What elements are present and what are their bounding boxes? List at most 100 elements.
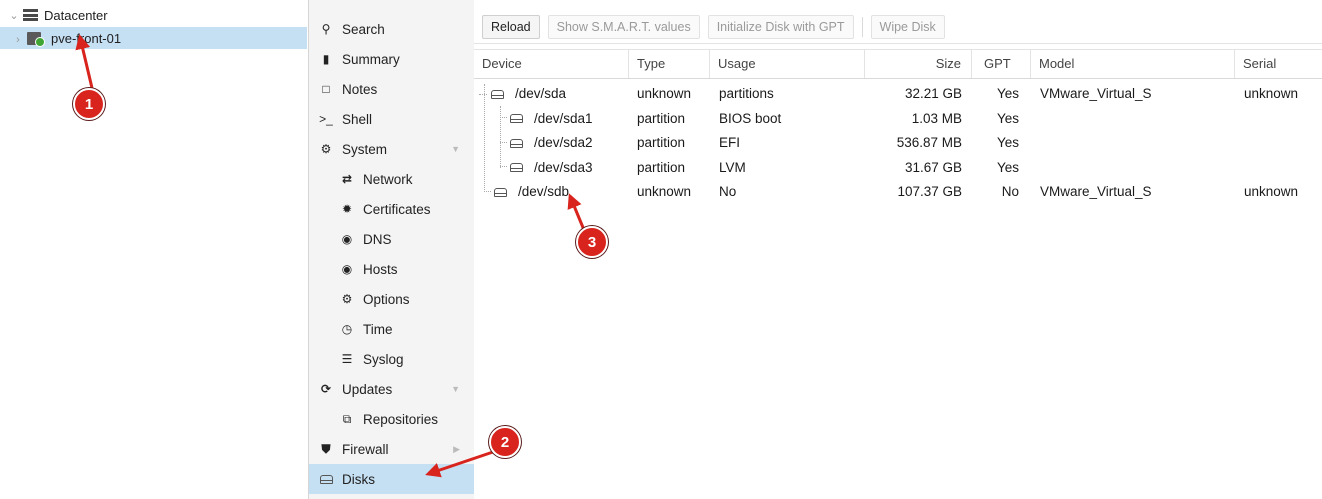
nav-item-options[interactable]: ⚙ Options bbox=[309, 284, 474, 314]
usage-cell: EFI bbox=[719, 135, 741, 150]
column-header-type[interactable]: Type bbox=[629, 50, 710, 78]
note-icon: □ bbox=[322, 82, 330, 96]
nav-label: Search bbox=[342, 21, 385, 37]
nav-item-updates[interactable]: ⟳ Updates ▼ bbox=[309, 374, 474, 404]
device-cell: /dev/sdb bbox=[494, 180, 569, 204]
shield-icon: ⛊ bbox=[321, 441, 331, 456]
device-name: /dev/sda bbox=[515, 86, 567, 101]
files-icon: ⧉ bbox=[342, 411, 352, 426]
resource-tree: ⌄ Datacenter › pve-front-01 bbox=[0, 0, 307, 499]
caret-right-icon[interactable]: ▶ bbox=[453, 444, 460, 455]
hdd-icon bbox=[494, 187, 507, 197]
device-name: /dev/sda1 bbox=[534, 110, 593, 126]
nav-item-search[interactable]: ⚲ Search bbox=[309, 14, 474, 44]
column-header-model[interactable]: Model bbox=[1031, 50, 1235, 78]
device-cell: /dev/sda3 bbox=[510, 156, 593, 180]
initialize-disk-gpt-button[interactable]: Initialize Disk with GPT bbox=[707, 14, 854, 39]
nav-item-notes[interactable]: □ Notes bbox=[309, 74, 474, 104]
nav-item-firewall[interactable]: ⛊ Firewall ▶ bbox=[309, 434, 474, 464]
gpt-cell: No bbox=[1001, 184, 1019, 199]
column-header-device[interactable]: Device bbox=[474, 50, 629, 78]
nav-label: Disks bbox=[342, 471, 375, 487]
serial-cell: unknown bbox=[1243, 184, 1298, 199]
nav-item-time[interactable]: ◷ Time bbox=[309, 314, 474, 344]
nav-label: Notes bbox=[342, 81, 378, 97]
usage-cell: partitions bbox=[719, 86, 774, 101]
table-row[interactable]: /dev/sdb unknown No 107.37 GB No VMware_… bbox=[474, 180, 1322, 205]
list-icon: ☰ bbox=[341, 352, 353, 366]
nav-item-syslog[interactable]: ☰ Syslog bbox=[309, 344, 474, 374]
hdd-icon bbox=[510, 114, 523, 124]
table-row[interactable]: /dev/sda1 partition BIOS boot 1.03 MB Ye… bbox=[474, 107, 1322, 132]
nav-label: Certificates bbox=[363, 201, 431, 217]
column-header-serial[interactable]: Serial bbox=[1235, 50, 1322, 78]
tree-item-node[interactable]: › pve-front-01 bbox=[0, 27, 307, 49]
nav-label: Network bbox=[363, 171, 413, 187]
device-cell: /dev/sda1 bbox=[510, 107, 593, 131]
node-online-icon bbox=[27, 31, 45, 47]
gear-icon: ⚙ bbox=[341, 292, 353, 306]
type-cell: unknown bbox=[637, 184, 692, 199]
table-row[interactable]: /dev/sda3 partition LVM 31.67 GB Yes bbox=[474, 156, 1322, 181]
nav-label: Shell bbox=[342, 111, 373, 127]
disks-toolbar: Reload Show S.M.A.R.T. values Initialize… bbox=[474, 10, 1322, 44]
exchange-icon: ⇄ bbox=[341, 172, 353, 186]
column-header-size[interactable]: Size bbox=[865, 50, 972, 78]
nav-item-hosts[interactable]: ◉ Hosts bbox=[309, 254, 474, 284]
show-smart-values-button[interactable]: Show S.M.A.R.T. values bbox=[547, 14, 700, 39]
device-name: /dev/sda2 bbox=[534, 135, 593, 150]
nav-label: Firewall bbox=[342, 441, 389, 457]
nav-label: Time bbox=[363, 321, 393, 337]
certificate-icon: ✹ bbox=[341, 202, 353, 216]
usage-cell: LVM bbox=[719, 159, 746, 175]
size-cell: 31.67 GB bbox=[904, 159, 962, 175]
chevron-right-icon[interactable]: › bbox=[0, 31, 24, 46]
gears-icon: ⚙ bbox=[320, 142, 332, 156]
device-name: /dev/sdb bbox=[518, 184, 570, 199]
type-cell: partition bbox=[637, 159, 686, 175]
caret-down-icon[interactable]: ▼ bbox=[451, 144, 460, 154]
nav-item-summary[interactable]: ▮ Summary bbox=[309, 44, 474, 74]
table-row[interactable]: /dev/sda2 partition EFI 536.87 MB Yes bbox=[474, 131, 1322, 156]
reload-button[interactable]: Reload bbox=[482, 14, 540, 39]
hdd-icon bbox=[510, 163, 523, 173]
nav-label: DNS bbox=[363, 231, 392, 247]
gpt-cell: Yes bbox=[996, 159, 1019, 175]
wipe-disk-button[interactable]: Wipe Disk bbox=[870, 14, 945, 39]
nav-label: Updates bbox=[342, 381, 393, 397]
caret-down-icon[interactable]: ▼ bbox=[451, 384, 460, 394]
nav-label: Syslog bbox=[363, 351, 404, 367]
nav-item-network[interactable]: ⇄ Network bbox=[309, 164, 474, 194]
nav-item-shell[interactable]: >_ Shell bbox=[309, 104, 474, 134]
annotation-badge-1: 1 bbox=[73, 88, 105, 120]
datacenter-icon bbox=[23, 9, 38, 21]
table-row[interactable]: /dev/sda unknown partitions 32.21 GB Yes… bbox=[474, 82, 1322, 107]
type-cell: partition bbox=[637, 110, 686, 126]
column-header-gpt[interactable]: GPT bbox=[972, 50, 1031, 78]
chevron-down-icon[interactable]: ⌄ bbox=[8, 9, 20, 22]
annotation-badge-2: 2 bbox=[489, 426, 521, 458]
nav-label: Hosts bbox=[363, 261, 398, 277]
datacenter-label: Datacenter bbox=[44, 7, 108, 23]
nav-item-system[interactable]: ⚙ System ▼ bbox=[309, 134, 474, 164]
size-cell: 107.37 GB bbox=[897, 184, 962, 199]
nav-item-repositories[interactable]: ⧉ Repositories bbox=[309, 404, 474, 434]
gpt-cell: Yes bbox=[996, 110, 1019, 126]
type-cell: unknown bbox=[637, 86, 692, 101]
column-header-usage[interactable]: Usage bbox=[710, 50, 865, 78]
nav-label: Options bbox=[363, 291, 410, 307]
nav-item-certificates[interactable]: ✹ Certificates bbox=[309, 194, 474, 224]
search-icon: ⚲ bbox=[321, 22, 331, 36]
size-cell: 1.03 MB bbox=[911, 110, 962, 126]
type-cell: partition bbox=[637, 135, 686, 150]
disk-grid-header: Device Type Usage Size GPT Model Serial bbox=[474, 49, 1322, 79]
device-cell: /dev/sda bbox=[491, 82, 566, 106]
tree-item-datacenter[interactable]: ⌄ Datacenter bbox=[8, 4, 298, 26]
gpt-cell: Yes bbox=[996, 135, 1019, 150]
nav-item-dns[interactable]: ◉ DNS bbox=[309, 224, 474, 254]
serial-cell: unknown bbox=[1243, 86, 1298, 101]
device-cell: /dev/sda2 bbox=[510, 131, 593, 155]
globe-icon: ◉ bbox=[341, 262, 353, 276]
nav-item-disks[interactable]: Disks bbox=[309, 464, 474, 494]
globe-icon: ◉ bbox=[341, 232, 353, 246]
